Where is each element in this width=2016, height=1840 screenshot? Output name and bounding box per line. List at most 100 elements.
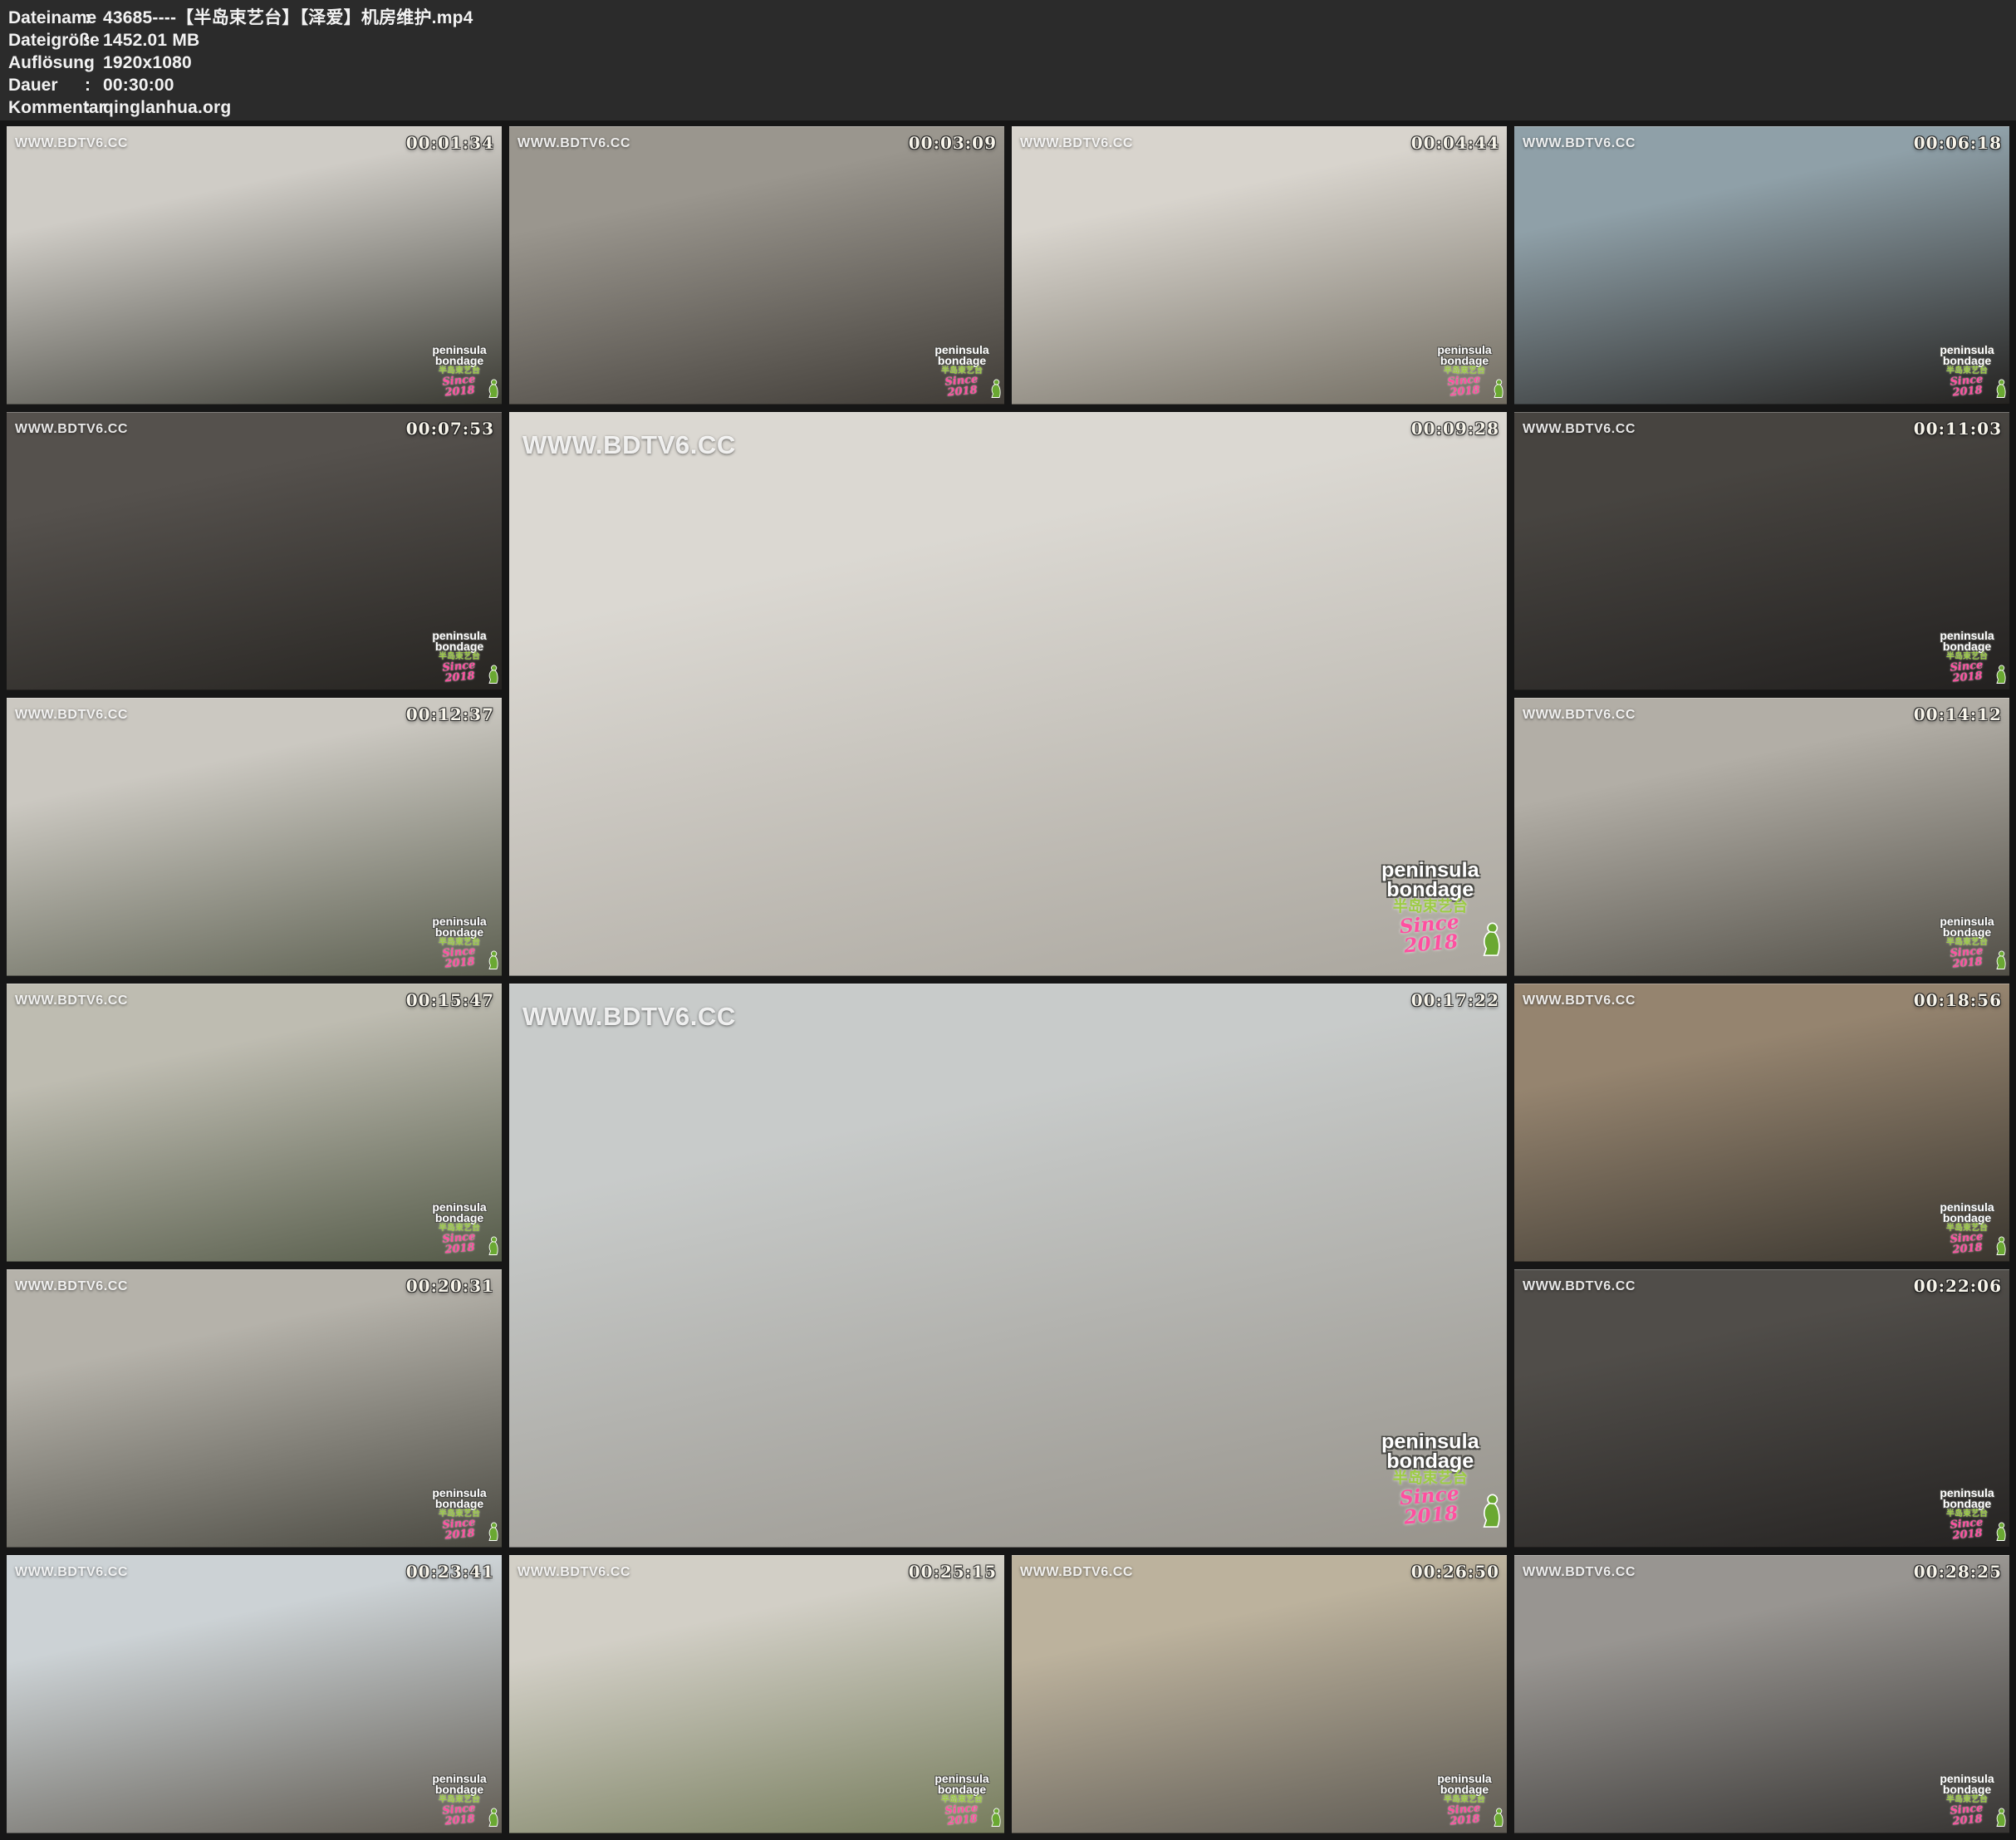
- kneeling-figure-icon: [484, 1807, 499, 1828]
- studio-logo-line2: bondage: [427, 1498, 492, 1509]
- meta-label: Dateigröße: [8, 29, 85, 52]
- timestamp-label: 00:03:09: [909, 133, 997, 153]
- studio-logo-line2: bondage: [1935, 1498, 1999, 1509]
- meta-row-kommentar: Kommentar:qinglanhua.org: [8, 96, 2016, 119]
- studio-logo: peninsula bondage 半岛束艺台 Since 2018: [1372, 1430, 1489, 1528]
- video-thumbnail-12[interactable]: WWW.BDTV6.CC 00:18:56 peninsula bondage …: [1514, 984, 2009, 1262]
- timestamp-label: 00:25:15: [909, 1562, 997, 1582]
- resolution-value: 1920x1080: [103, 53, 192, 72]
- studio-logo-line2: bondage: [1935, 1784, 1999, 1795]
- video-thumbnail-11[interactable]: WWW.BDTV6.CC 00:17:22 peninsula bondage …: [509, 984, 1507, 1548]
- kneeling-figure-icon: [484, 1235, 499, 1257]
- meta-separator: :: [85, 7, 103, 29]
- studio-logo-line2: bondage: [1372, 1450, 1489, 1470]
- video-thumbnail-13[interactable]: WWW.BDTV6.CC 00:20:31 peninsula bondage …: [7, 1269, 502, 1548]
- site-watermark: WWW.BDTV6.CC: [15, 994, 128, 1008]
- studio-logo: peninsula bondage 半岛束艺台 Since 2018: [427, 1487, 492, 1541]
- meta-row-dateiname: Dateiname:43685----【半岛束艺台】【泽爱】机房维护.mp4: [8, 7, 2016, 29]
- video-thumbnail-15[interactable]: WWW.BDTV6.CC 00:23:41 peninsula bondage …: [7, 1555, 502, 1833]
- site-watermark: WWW.BDTV6.CC: [15, 1565, 128, 1580]
- kneeling-figure-icon: [1992, 664, 2007, 685]
- video-thumbnail-5[interactable]: WWW.BDTV6.CC 00:07:53 peninsula bondage …: [7, 412, 502, 690]
- studio-logo: peninsula bondage 半岛束艺台 Since 2018: [1432, 344, 1497, 398]
- timestamp-label: 00:26:50: [1411, 1562, 1499, 1582]
- studio-logo: peninsula bondage 半岛束艺台 Since 2018: [1935, 1487, 1999, 1541]
- site-watermark: WWW.BDTV6.CC: [1523, 708, 1636, 723]
- video-thumbnail-2[interactable]: WWW.BDTV6.CC 00:03:09 peninsula bondage …: [509, 126, 1004, 405]
- metadata-header: Dateiname:43685----【半岛束艺台】【泽爱】机房维护.mp4 D…: [0, 0, 2016, 120]
- studio-logo: peninsula bondage 半岛束艺台 Since 2018: [427, 630, 492, 684]
- studio-logo-since: Since 2018: [1371, 910, 1490, 959]
- timestamp-label: 00:14:12: [1914, 704, 2002, 724]
- meta-row-aufloesung: Auflösung:1920x1080: [8, 52, 2016, 74]
- timestamp-label: 00:01:34: [406, 133, 494, 153]
- site-watermark: WWW.BDTV6.CC: [15, 708, 128, 723]
- kneeling-figure-icon: [1489, 378, 1504, 400]
- meta-label: Kommentar: [8, 96, 85, 119]
- video-thumbnail-7[interactable]: WWW.BDTV6.CC 00:11:03 peninsula bondage …: [1514, 412, 2009, 690]
- kneeling-figure-icon: [1475, 920, 1502, 959]
- studio-logo-line2: bondage: [1935, 355, 1999, 366]
- studio-logo-since: Since 2018: [1934, 945, 2000, 972]
- studio-logo-since: Since 2018: [1934, 1802, 2000, 1829]
- video-thumbnail-16[interactable]: WWW.BDTV6.CC 00:25:15 peninsula bondage …: [509, 1555, 1004, 1833]
- kneeling-figure-icon: [1992, 1521, 2007, 1543]
- timestamp-label: 00:23:41: [406, 1562, 494, 1582]
- filename-value: 43685----【半岛束艺台】【泽爱】机房维护.mp4: [103, 8, 473, 27]
- timestamp-label: 00:06:18: [1914, 133, 2002, 153]
- meta-label: Dateiname: [8, 7, 85, 29]
- video-thumbnail-17[interactable]: WWW.BDTV6.CC 00:26:50 peninsula bondage …: [1012, 1555, 1507, 1833]
- studio-logo-since: Since 2018: [426, 1516, 493, 1543]
- kneeling-figure-icon: [987, 1807, 1002, 1828]
- kneeling-figure-icon: [987, 378, 1002, 400]
- filesize-value: 1452.01 MB: [103, 31, 199, 50]
- studio-logo-line2: bondage: [1372, 878, 1489, 899]
- studio-logo-line2: bondage: [1935, 926, 1999, 938]
- site-watermark: WWW.BDTV6.CC: [15, 136, 128, 151]
- video-thumbnail-18[interactable]: WWW.BDTV6.CC 00:28:25 peninsula bondage …: [1514, 1555, 2009, 1833]
- timestamp-label: 00:09:28: [1411, 419, 1499, 439]
- studio-logo: peninsula bondage 半岛束艺台 Since 2018: [427, 915, 492, 969]
- site-watermark: WWW.BDTV6.CC: [517, 1565, 630, 1580]
- studio-logo: peninsula bondage 半岛束艺台 Since 2018: [1432, 1773, 1497, 1827]
- duration-value: 00:30:00: [103, 76, 174, 95]
- video-thumbnail-9[interactable]: WWW.BDTV6.CC 00:14:12 peninsula bondage …: [1514, 698, 2009, 976]
- meta-separator: :: [85, 52, 103, 74]
- timestamp-label: 00:18:56: [1914, 990, 2002, 1010]
- video-thumbnail-14[interactable]: WWW.BDTV6.CC 00:22:06 peninsula bondage …: [1514, 1269, 2009, 1548]
- video-thumbnail-6[interactable]: WWW.BDTV6.CC 00:09:28 peninsula bondage …: [509, 412, 1507, 976]
- studio-logo: peninsula bondage 半岛束艺台 Since 2018: [1935, 344, 1999, 398]
- studio-logo-line2: bondage: [930, 1784, 994, 1795]
- site-watermark: WWW.BDTV6.CC: [517, 136, 630, 151]
- studio-logo: peninsula bondage 半岛束艺台 Since 2018: [930, 344, 994, 398]
- site-watermark: WWW.BDTV6.CC: [1020, 1565, 1133, 1580]
- site-watermark: WWW.BDTV6.CC: [1523, 994, 1636, 1008]
- studio-logo-line2: bondage: [930, 355, 994, 366]
- site-watermark: WWW.BDTV6.CC: [1523, 1565, 1636, 1580]
- comment-value: qinglanhua.org: [103, 98, 231, 117]
- kneeling-figure-icon: [1992, 1235, 2007, 1257]
- timestamp-label: 00:12:37: [406, 704, 494, 724]
- studio-logo-line2: bondage: [427, 640, 492, 652]
- studio-logo-since: Since 2018: [1431, 1802, 1498, 1829]
- studio-logo-since: Since 2018: [1431, 373, 1498, 400]
- site-watermark: WWW.BDTV6.CC: [522, 1002, 736, 1032]
- studio-logo: peninsula bondage 半岛束艺台 Since 2018: [1935, 1201, 1999, 1255]
- studio-logo-since: Since 2018: [426, 945, 493, 972]
- kneeling-figure-icon: [1992, 949, 2007, 971]
- timestamp-label: 00:07:53: [406, 419, 494, 439]
- video-thumbnail-4[interactable]: WWW.BDTV6.CC 00:06:18 peninsula bondage …: [1514, 126, 2009, 405]
- video-thumbnail-10[interactable]: WWW.BDTV6.CC 00:15:47 peninsula bondage …: [7, 984, 502, 1262]
- timestamp-label: 00:15:47: [406, 990, 494, 1010]
- studio-logo: peninsula bondage 半岛束艺台 Since 2018: [1935, 915, 1999, 969]
- video-thumbnail-1[interactable]: WWW.BDTV6.CC 00:01:34 peninsula bondage …: [7, 126, 502, 405]
- video-thumbnail-3[interactable]: WWW.BDTV6.CC 00:04:44 peninsula bondage …: [1012, 126, 1507, 405]
- kneeling-figure-icon: [484, 664, 499, 685]
- kneeling-figure-icon: [484, 1521, 499, 1543]
- studio-logo-since: Since 2018: [1934, 373, 2000, 400]
- meta-label: Dauer: [8, 74, 85, 96]
- video-thumbnail-8[interactable]: WWW.BDTV6.CC 00:12:37 peninsula bondage …: [7, 698, 502, 976]
- studio-logo-line2: bondage: [1432, 1784, 1497, 1795]
- studio-logo: peninsula bondage 半岛束艺台 Since 2018: [1372, 859, 1489, 956]
- studio-logo-line2: bondage: [427, 1212, 492, 1224]
